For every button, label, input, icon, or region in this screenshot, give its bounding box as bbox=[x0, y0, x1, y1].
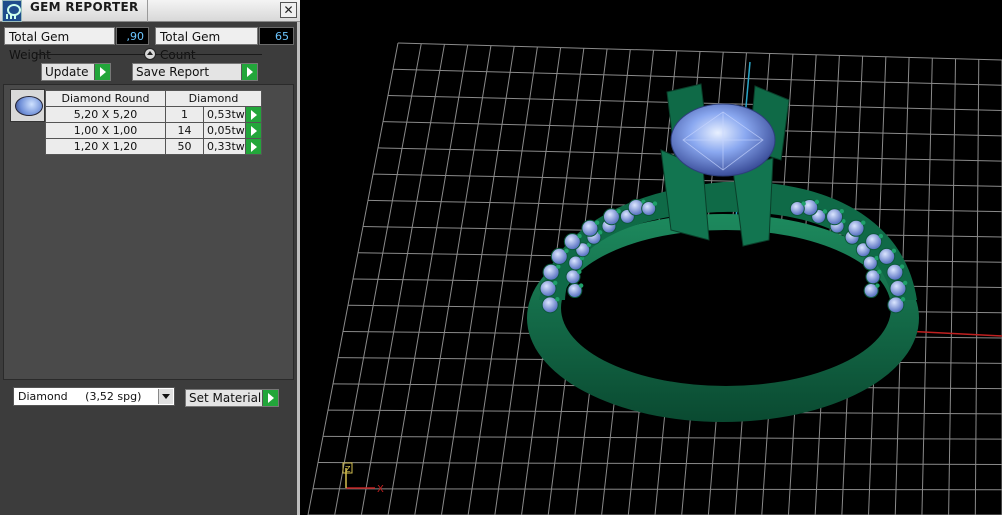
pave-bead bbox=[877, 269, 882, 275]
set-material-button[interactable]: Set Material bbox=[185, 389, 279, 407]
gem-size: 1,20 X 1,20 bbox=[45, 138, 166, 155]
window-title: GEM REPORTER bbox=[30, 0, 139, 14]
gem-size: 1,00 X 1,00 bbox=[45, 122, 166, 139]
pave-bead bbox=[899, 264, 905, 269]
gem-weight: 0,33tw bbox=[203, 138, 246, 155]
pave-bead bbox=[577, 233, 582, 239]
title-separator bbox=[147, 0, 148, 22]
material-dropdown-value: Diamond (3,52 spg) bbox=[18, 390, 142, 403]
total-gem-count-value: 65 bbox=[259, 27, 294, 45]
pave-bead bbox=[891, 248, 897, 254]
viewport-scene[interactable]: X Z bbox=[303, 0, 1002, 515]
close-icon[interactable]: ✕ bbox=[280, 2, 297, 18]
pave-bead bbox=[861, 220, 866, 225]
chevron-down-icon[interactable] bbox=[158, 389, 173, 404]
3d-viewport[interactable]: X Z bbox=[303, 0, 1002, 515]
grid-line bbox=[392, 68, 1002, 86]
pave-bead bbox=[577, 269, 582, 275]
pave-bead bbox=[616, 209, 621, 214]
pave-bead bbox=[553, 280, 558, 286]
total-gem-weight-label: Total Gem Weight bbox=[4, 27, 115, 62]
ring-band-inner bbox=[561, 230, 891, 386]
green-play-arrow-icon bbox=[262, 390, 278, 406]
collapse-arrow-icon[interactable] bbox=[144, 48, 156, 60]
gem-weight: 0,05tw bbox=[203, 122, 246, 139]
column-header-shape: Diamond Round bbox=[45, 90, 166, 107]
green-play-arrow-icon[interactable] bbox=[245, 138, 262, 155]
pave-bead bbox=[900, 297, 906, 302]
update-button-label: Update bbox=[45, 65, 89, 79]
title-bar[interactable]: GEM REPORTER ✕ bbox=[0, 0, 300, 22]
pave-bead bbox=[556, 264, 561, 269]
gem-weight: 0,53tw bbox=[203, 106, 246, 123]
pave-bead bbox=[878, 233, 884, 239]
gem-count: 14 bbox=[165, 122, 204, 139]
green-play-arrow-icon[interactable] bbox=[245, 106, 262, 123]
pave-bead bbox=[564, 248, 569, 254]
gem-reporter-panel: GEM REPORTER ✕ Total Gem Weight ,90 Tota… bbox=[0, 0, 300, 515]
table-row[interactable]: 1,20 X 1,20 50 0,33tw bbox=[45, 138, 262, 155]
green-play-arrow-icon bbox=[94, 64, 110, 80]
pave-bead bbox=[874, 255, 879, 261]
axis-z-label: Z bbox=[345, 465, 351, 474]
save-report-button-label: Save Report bbox=[136, 65, 210, 79]
pave-bead bbox=[839, 209, 844, 214]
green-play-arrow-icon bbox=[241, 64, 257, 80]
pave-bead bbox=[875, 283, 880, 288]
set-material-button-label: Set Material bbox=[189, 391, 262, 405]
gem-table: Diamond Round Diamond 5,20 X 5,20 1 0,53… bbox=[45, 90, 262, 155]
gem-size: 5,20 X 5,20 bbox=[45, 106, 166, 123]
pave-bead bbox=[597, 230, 603, 235]
pave-bead bbox=[578, 283, 584, 288]
grid-line bbox=[312, 488, 1002, 491]
green-play-arrow-icon[interactable] bbox=[245, 122, 262, 139]
pave-bead bbox=[822, 209, 828, 214]
table-header-row: Diamond Round Diamond bbox=[45, 90, 262, 107]
total-gem-weight-value: ,90 bbox=[116, 27, 149, 45]
material-dropdown[interactable]: Diamond (3,52 spg) bbox=[13, 387, 175, 406]
pave-bead bbox=[652, 201, 658, 206]
pave-bead bbox=[555, 297, 560, 302]
table-row[interactable]: 1,00 X 1,00 14 0,05tw bbox=[45, 122, 262, 139]
pave-bead bbox=[814, 199, 820, 205]
pave-bead bbox=[902, 280, 908, 286]
save-report-button[interactable]: Save Report bbox=[132, 63, 258, 81]
gem-count: 1 bbox=[165, 106, 204, 123]
total-gem-count-label: Total Gem Count bbox=[155, 27, 258, 62]
column-header-material: Diamond bbox=[165, 90, 262, 107]
axis-gizmo: X Z bbox=[342, 462, 384, 495]
pave-bead bbox=[801, 201, 806, 206]
pave-bead bbox=[594, 220, 600, 225]
gem-count: 50 bbox=[165, 138, 204, 155]
axis-x-label: X bbox=[377, 484, 384, 495]
update-button[interactable]: Update bbox=[41, 63, 111, 81]
ring-model[interactable] bbox=[527, 83, 919, 422]
table-row[interactable]: 5,20 X 5,20 1 0,53tw bbox=[45, 106, 262, 123]
round-diamond-icon[interactable] bbox=[10, 89, 45, 122]
gem-reporter-app-icon bbox=[2, 0, 22, 22]
